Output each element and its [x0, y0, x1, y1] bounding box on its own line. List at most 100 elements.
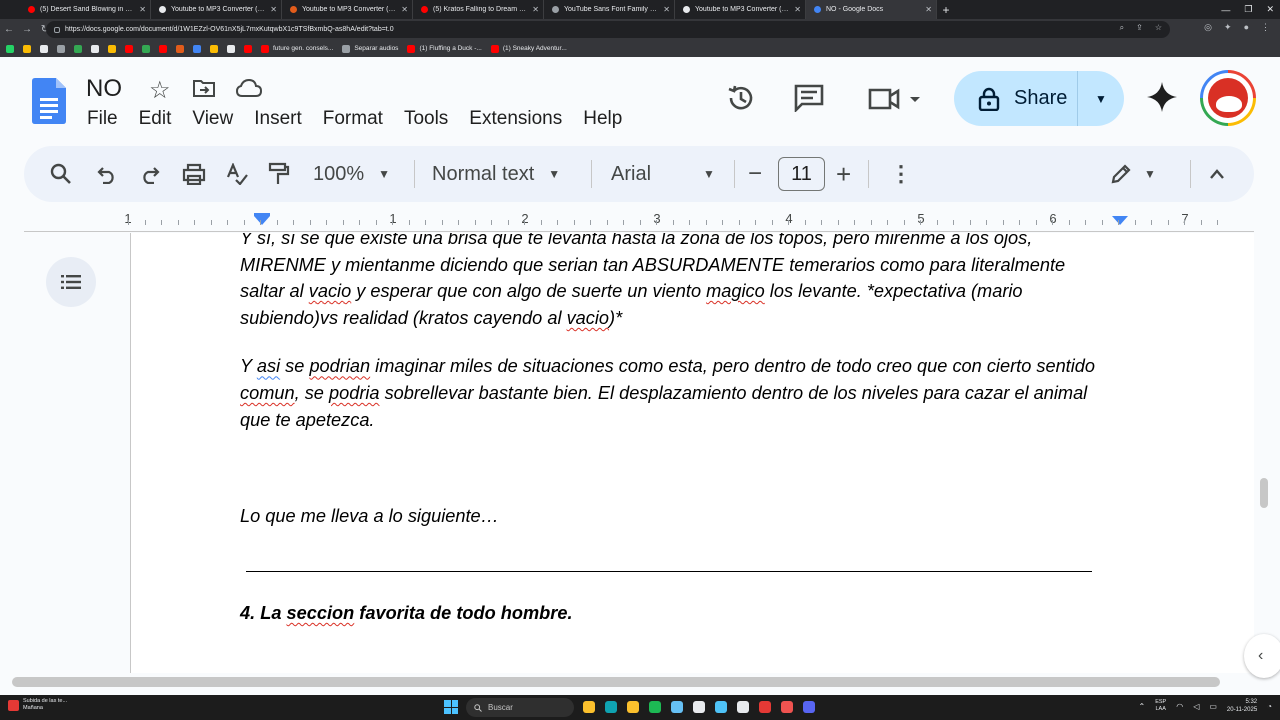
browser-tab[interactable]: (5) Desert Sand Blowing in Wind ✕	[20, 0, 151, 19]
gemini-icon[interactable]	[1146, 81, 1178, 113]
ruler[interactable]: 11234567	[24, 208, 1254, 232]
menu-file[interactable]: File	[87, 108, 129, 130]
menu-insert[interactable]: Insert	[254, 108, 313, 130]
more-options-icon[interactable]: ⋮	[890, 146, 912, 202]
tab-close-icon[interactable]: ✕	[401, 5, 408, 14]
menu-extensions[interactable]: Extensions	[469, 108, 573, 130]
horizontal-scrollbar-thumb[interactable]	[12, 677, 1220, 687]
tab-close-icon[interactable]: ✕	[532, 5, 539, 14]
notifications-bell-icon[interactable]: ◔	[1267, 702, 1272, 711]
volume-icon[interactable]: ◁	[1193, 702, 1199, 711]
bookmark-item[interactable]	[40, 44, 48, 53]
tab-close-icon[interactable]: ✕	[794, 5, 801, 14]
vertical-scrollbar-thumb[interactable]	[1260, 478, 1268, 508]
version-history-icon[interactable]	[726, 83, 756, 113]
paint-format-icon[interactable]	[268, 162, 290, 186]
browser-tab[interactable]: YouTube Sans Font Family Down ✕	[544, 0, 675, 19]
share-main[interactable]: Share	[954, 71, 1078, 126]
section-heading[interactable]: 4. La seccion favorita de todo hombre.	[240, 603, 573, 624]
wifi-icon[interactable]: ◠	[1176, 702, 1183, 711]
bookmark-item[interactable]	[244, 44, 252, 53]
tab-close-icon[interactable]: ✕	[270, 5, 277, 14]
paragraph[interactable]: Y sí, sí se que existe una brisa que te …	[240, 233, 1100, 331]
collapse-menus-icon[interactable]	[1209, 168, 1225, 180]
star-icon[interactable]: ☆	[149, 76, 171, 105]
increase-font-size-button[interactable]: +	[836, 146, 851, 202]
bookmark-item[interactable]	[125, 44, 133, 53]
paragraph[interactable]: Lo que me lleva a lo siguiente…	[240, 506, 499, 527]
file-explorer-icon[interactable]	[583, 701, 595, 713]
account-avatar[interactable]	[1200, 70, 1256, 126]
menu-tools[interactable]: Tools	[404, 108, 459, 130]
bookmark-item[interactable]	[227, 44, 235, 53]
tray-overflow-icon[interactable]: ⌃	[1138, 702, 1145, 711]
browser-tab[interactable]: Youtube to MP3 Converter (Ad-fr ✕	[151, 0, 282, 19]
print-icon[interactable]	[182, 163, 206, 185]
edge-icon[interactable]	[605, 701, 617, 713]
language-indicator[interactable]: ESP LAA	[1155, 699, 1166, 713]
bookmark-item[interactable]: Separar audios	[342, 44, 398, 53]
tab-close-icon[interactable]: ✕	[663, 5, 670, 14]
bookmark-item[interactable]: (1) Sneaky Adventur...	[490, 44, 567, 53]
decrease-font-size-button[interactable]: −	[748, 146, 762, 202]
extension-icon[interactable]: ◎	[1204, 22, 1212, 33]
document-page[interactable]: Y sí, sí se que existe una brisa que te …	[130, 233, 1254, 673]
move-folder-icon[interactable]	[193, 79, 215, 97]
bookmark-item[interactable]	[74, 44, 82, 53]
menu-edit[interactable]: Edit	[139, 108, 183, 130]
media-icon[interactable]	[781, 701, 793, 713]
app-red-icon[interactable]	[759, 701, 771, 713]
site-info-icon[interactable]	[54, 26, 60, 33]
browser-tab[interactable]: Youtube to MP3 Converter (Ad-fr ✕	[282, 0, 413, 19]
bookmark-item[interactable]	[23, 44, 31, 53]
windows-start-icon[interactable]	[444, 700, 458, 714]
extensions-puzzle-icon[interactable]: ✦	[1224, 22, 1232, 33]
document-title[interactable]: NO	[86, 75, 122, 103]
back-icon[interactable]: ←	[0, 24, 18, 35]
bookmark-item[interactable]	[176, 44, 184, 53]
menu-format[interactable]: Format	[323, 108, 394, 130]
new-tab-button[interactable]: +	[937, 3, 955, 17]
bookmark-item[interactable]	[210, 44, 218, 53]
taskbar-search[interactable]: Buscar	[466, 698, 574, 717]
capcut-icon[interactable]	[737, 701, 749, 713]
weather-widget[interactable]: Subida de las te... Mañana	[8, 698, 67, 712]
battery-icon[interactable]: ▭	[1209, 702, 1217, 711]
bookmark-item[interactable]: (1) Fluffing a Duck -...	[407, 44, 482, 53]
spellcheck-icon[interactable]	[226, 163, 248, 185]
share-dropdown-icon[interactable]: ▼	[1078, 92, 1124, 106]
menu-help[interactable]: Help	[583, 108, 633, 130]
search-icon[interactable]	[50, 163, 72, 185]
minimize-icon[interactable]: —	[1221, 5, 1230, 15]
meet-icon[interactable]	[868, 86, 926, 112]
chrome-menu-icon[interactable]: ⋮	[1261, 22, 1270, 33]
browser-tab[interactable]: NO - Google Docs ✕	[806, 0, 937, 19]
browser-tab[interactable]: Youtube to MP3 Converter (Ad-fr ✕	[675, 0, 806, 19]
undo-icon[interactable]	[97, 166, 117, 184]
steam-icon[interactable]	[671, 701, 683, 713]
right-indent-marker[interactable]	[1112, 216, 1128, 225]
bookmark-item[interactable]	[91, 44, 99, 53]
paragraph[interactable]: Y asi se podrian imaginar miles de situa…	[240, 353, 1100, 433]
tab-close-icon[interactable]: ✕	[139, 5, 146, 14]
cloud-saved-icon[interactable]	[236, 79, 262, 97]
chrome-icon[interactable]	[693, 701, 705, 713]
zoom-select[interactable]: 100% ▼	[313, 146, 390, 202]
clock[interactable]: 5:32 20-11-2025	[1227, 698, 1257, 714]
docs-logo-icon[interactable]	[32, 78, 66, 124]
folder-icon[interactable]	[627, 701, 639, 713]
comments-icon[interactable]	[794, 84, 824, 112]
maximize-icon[interactable]: ❐	[1244, 4, 1252, 15]
document-outline-button[interactable]	[46, 257, 96, 307]
profile-icon[interactable]: ●	[1244, 22, 1249, 33]
zoom-icon[interactable]: ⌕	[1120, 23, 1124, 33]
bookmark-star-icon[interactable]: ☆	[1155, 23, 1162, 33]
menu-view[interactable]: View	[192, 108, 244, 130]
notepad-icon[interactable]	[715, 701, 727, 713]
bookmark-item[interactable]	[57, 44, 65, 53]
bookmark-item[interactable]	[142, 44, 150, 53]
bookmark-item[interactable]	[6, 44, 14, 53]
share-page-icon[interactable]: ⇪	[1136, 23, 1143, 33]
font-select[interactable]: Arial ▼	[611, 146, 715, 202]
bookmark-item[interactable]	[108, 44, 116, 53]
